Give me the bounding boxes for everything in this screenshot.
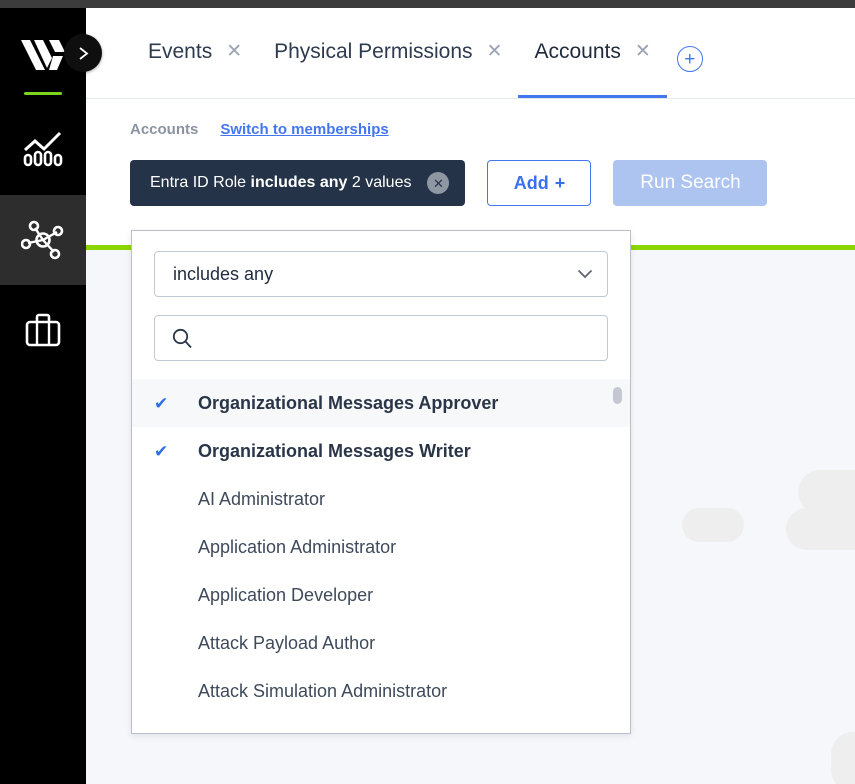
list-item-label: Organizational Messages Writer xyxy=(198,440,471,461)
option-list-scrollbar[interactable] xyxy=(613,379,622,733)
tab-close-icon[interactable]: ✕ xyxy=(487,42,503,63)
check-icon: ✔ xyxy=(154,393,169,413)
option-search-field[interactable] xyxy=(154,315,608,361)
filter-value-dropdown: includes any ✔ Organizational Messages A… xyxy=(131,230,631,734)
sidebar-expand-toggle[interactable] xyxy=(64,34,102,72)
sidebar-item-graph[interactable] xyxy=(0,195,86,285)
content-area: Events ✕ Physical Permissions ✕ Accounts… xyxy=(86,8,855,784)
tab-label: Accounts xyxy=(534,40,621,63)
filter-chip-text: Entra ID Role includes any 2 values xyxy=(150,174,411,192)
breadcrumb-current: Accounts xyxy=(130,121,199,138)
list-item-label: Attack Simulation Administrator xyxy=(198,680,448,701)
tab-label: Events xyxy=(148,40,213,63)
option-list[interactable]: ✔ Organizational Messages Approver ✔ Org… xyxy=(132,379,630,733)
run-search-button[interactable]: Run Search xyxy=(613,160,768,206)
list-item[interactable]: Attack Simulation Administrator xyxy=(132,667,630,715)
plus-icon: + xyxy=(554,172,566,193)
list-item[interactable]: ✔ Organizational Messages Approver xyxy=(132,379,630,427)
tab-label: Physical Permissions xyxy=(274,40,473,63)
tab-bar: Events ✕ Physical Permissions ✕ Accounts… xyxy=(86,8,855,99)
left-navigation-rail xyxy=(0,8,86,784)
skeleton-shape xyxy=(786,508,855,550)
tab-events[interactable]: Events ✕ xyxy=(132,7,258,98)
search-input[interactable] xyxy=(205,328,593,348)
list-item-label: Attack Payload Author xyxy=(198,632,376,653)
tab-accounts[interactable]: Accounts ✕ xyxy=(518,7,668,98)
operator-select-value: includes any xyxy=(173,263,274,284)
add-tab-button[interactable]: + xyxy=(676,46,703,72)
sidebar-item-analytics[interactable] xyxy=(0,105,86,195)
tab-physical-permissions[interactable]: Physical Permissions ✕ xyxy=(258,7,518,98)
list-item[interactable]: AI Administrator xyxy=(132,475,630,523)
list-item-label: AI Administrator xyxy=(198,488,326,509)
run-search-label: Run Search xyxy=(640,172,741,193)
chevron-right-icon xyxy=(78,46,88,60)
filter-chip-entra-id-role[interactable]: Entra ID Role includes any 2 values ✕ xyxy=(130,160,466,206)
scrollbar-thumb[interactable] xyxy=(613,387,622,404)
list-item[interactable]: Application Administrator xyxy=(132,523,630,571)
filter-chip-field: Entra ID Role xyxy=(150,174,247,191)
list-item[interactable]: Application Developer xyxy=(132,571,630,619)
filter-chip-operator: includes any xyxy=(250,174,348,191)
operator-select[interactable]: includes any xyxy=(154,251,608,297)
filter-chip-value: 2 values xyxy=(351,174,412,191)
skeleton-shape xyxy=(682,508,744,542)
check-icon: ✔ xyxy=(154,441,169,461)
brand-accent-underline xyxy=(24,92,62,95)
filter-panel: Accounts Switch to memberships Entra ID … xyxy=(86,99,855,245)
switch-to-memberships-link[interactable]: Switch to memberships xyxy=(220,121,388,138)
list-item-label: Application Administrator xyxy=(198,536,397,557)
briefcase-icon xyxy=(25,313,61,347)
filter-chip-remove-icon[interactable]: ✕ xyxy=(427,172,450,194)
breadcrumb: Accounts Switch to memberships xyxy=(86,99,855,138)
analytics-chart-icon xyxy=(23,131,63,167)
tab-close-icon[interactable]: ✕ xyxy=(226,42,242,63)
chevron-down-icon xyxy=(577,269,593,279)
skeleton-shape xyxy=(831,732,855,784)
tab-close-icon[interactable]: ✕ xyxy=(635,42,651,63)
graph-network-icon xyxy=(21,220,64,260)
app-root: Events ✕ Physical Permissions ✕ Accounts… xyxy=(0,0,855,784)
list-item-label: Organizational Messages Approver xyxy=(198,392,499,413)
search-icon xyxy=(172,328,192,349)
list-item-label: Application Developer xyxy=(198,584,374,605)
sidebar-item-briefcase[interactable] xyxy=(0,285,86,375)
list-item[interactable]: ✔ Organizational Messages Writer xyxy=(132,427,630,475)
filter-bar: Entra ID Role includes any 2 values ✕ Ad… xyxy=(86,138,855,206)
list-item[interactable]: Attack Payload Author xyxy=(132,619,630,667)
add-filter-label: Add xyxy=(513,172,549,193)
brand-logo-icon xyxy=(21,40,65,70)
add-filter-button[interactable]: Add + xyxy=(487,160,592,206)
